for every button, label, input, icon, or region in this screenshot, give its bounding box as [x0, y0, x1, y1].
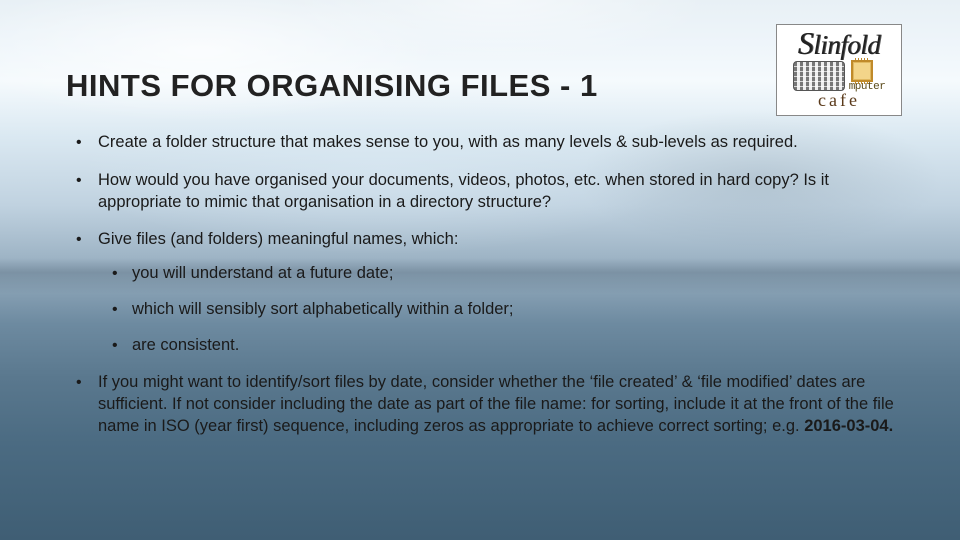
bullet-text: How would you have organised your docume…: [98, 171, 829, 211]
sub-bullet-text: are consistent.: [132, 336, 239, 354]
sub-bullet-text: which will sensibly sort alphabetically …: [132, 300, 514, 318]
slide: Slinfold mputer cafe HINTS FOR ORGANISIN…: [0, 0, 960, 540]
bullet-text: Give files (and folders) meaningful name…: [98, 230, 458, 248]
bullet-item: If you might want to identify/sort files…: [66, 372, 896, 437]
sub-bullet-item: which will sensibly sort alphabetically …: [98, 299, 896, 321]
sub-bullet-item: you will understand at a future date;: [98, 263, 896, 285]
bullet-text-before: If you might want to identify/sort files…: [98, 373, 894, 435]
sub-bullet-item: are consistent.: [98, 335, 896, 357]
bullet-item: Create a folder structure that makes sen…: [66, 132, 896, 154]
slide-title: HINTS FOR ORGANISING FILES - 1: [66, 68, 896, 104]
bullet-list: Create a folder structure that makes sen…: [66, 132, 896, 438]
slide-body: Create a folder structure that makes sen…: [66, 132, 896, 438]
bullet-item: Give files (and folders) meaningful name…: [66, 229, 896, 356]
date-example: 2016-03-04.: [804, 417, 893, 435]
sub-bullet-text: you will understand at a future date;: [132, 264, 393, 282]
sub-bullet-list: you will understand at a future date; wh…: [98, 251, 896, 356]
bullet-item: How would you have organised your docume…: [66, 170, 896, 214]
bullet-text: Create a folder structure that makes sen…: [98, 133, 798, 151]
slide-content: HINTS FOR ORGANISING FILES - 1 Create a …: [0, 0, 960, 438]
